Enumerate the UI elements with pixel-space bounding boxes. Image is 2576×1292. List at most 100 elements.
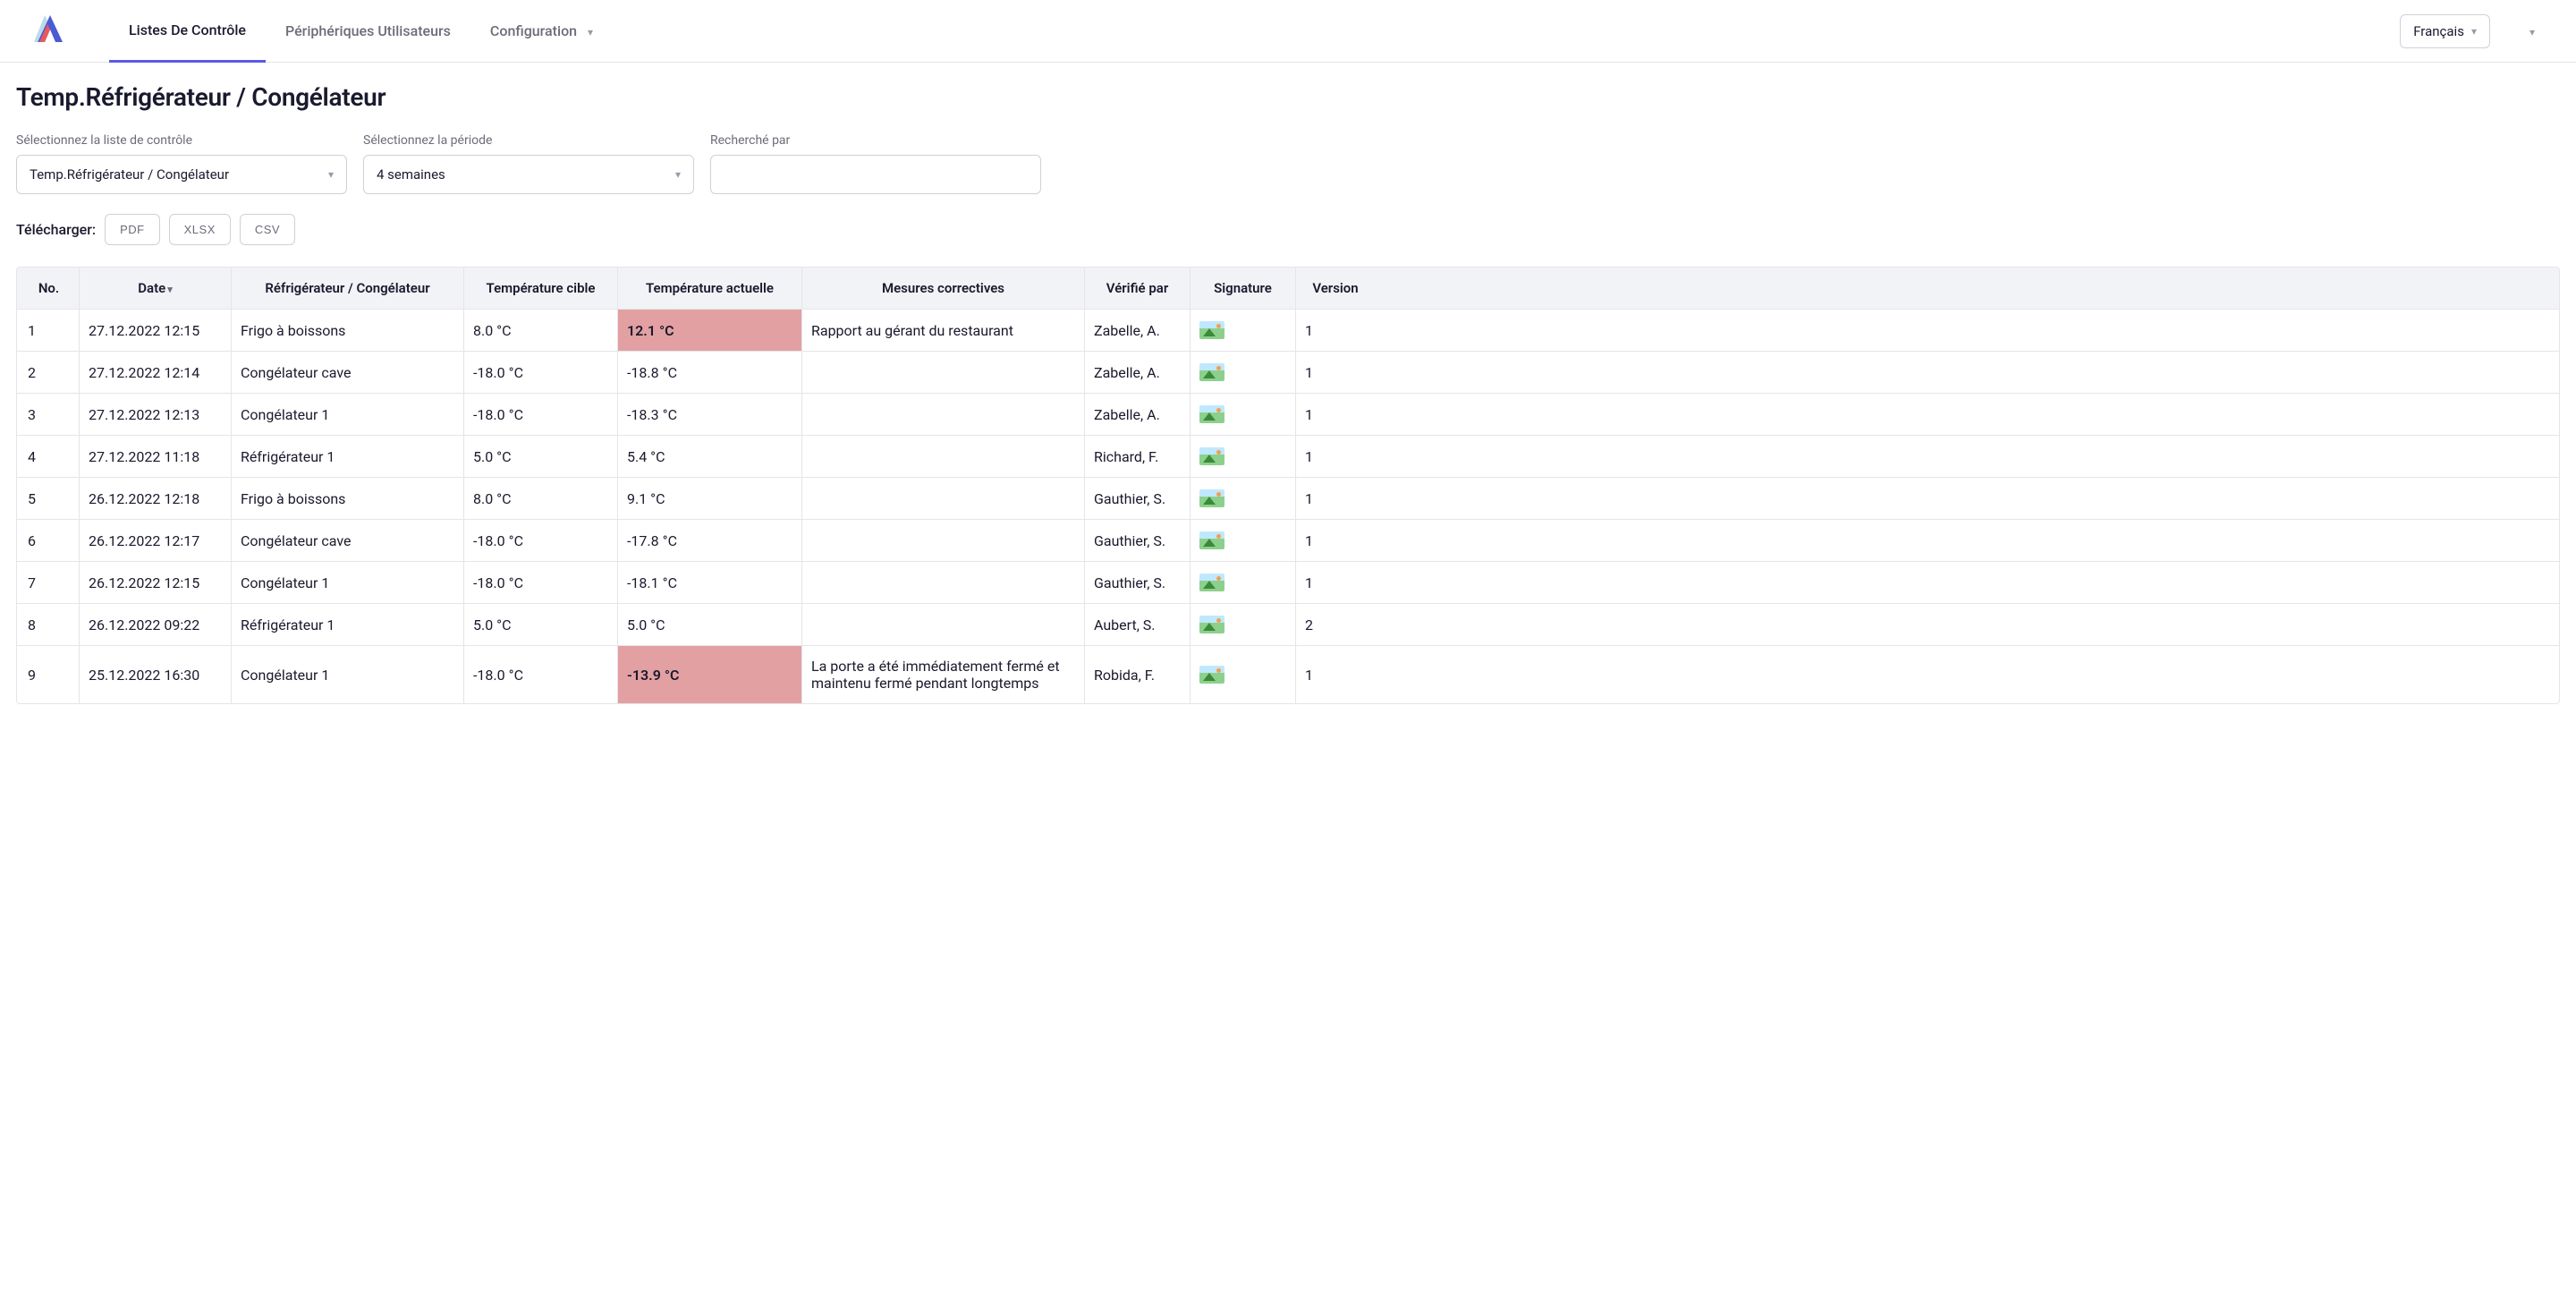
cell-target: -18.0 °C bbox=[464, 520, 618, 561]
table-row: 826.12.2022 09:22Réfrigérateur 15.0 °C5.… bbox=[17, 603, 2559, 645]
cell-date: 27.12.2022 12:15 bbox=[80, 310, 232, 351]
table-row: 427.12.2022 11:18Réfrigérateur 15.0 °C5.… bbox=[17, 435, 2559, 477]
cell-device: Congélateur 1 bbox=[232, 394, 464, 435]
cell-date: 27.12.2022 12:14 bbox=[80, 352, 232, 393]
cell-no: 5 bbox=[17, 478, 80, 519]
cell-version: 1 bbox=[1296, 520, 1375, 561]
cell-signature[interactable] bbox=[1191, 520, 1296, 561]
user-menu[interactable]: ▾ bbox=[2521, 14, 2544, 48]
cell-target: 8.0 °C bbox=[464, 310, 618, 351]
cell-version: 1 bbox=[1296, 394, 1375, 435]
cell-corrective bbox=[802, 604, 1085, 645]
cell-device: Congélateur 1 bbox=[232, 562, 464, 603]
app-logo bbox=[32, 12, 68, 51]
search-filter-label: Recherché par bbox=[710, 133, 1041, 148]
cell-corrective bbox=[802, 394, 1085, 435]
cell-target: -18.0 °C bbox=[464, 562, 618, 603]
cell-target: 5.0 °C bbox=[464, 436, 618, 477]
cell-target: 8.0 °C bbox=[464, 478, 618, 519]
table-row: 626.12.2022 12:17Congélateur cave-18.0 °… bbox=[17, 519, 2559, 561]
cell-target: -18.0 °C bbox=[464, 646, 618, 703]
cell-verified: Gauthier, S. bbox=[1085, 478, 1191, 519]
chevron-down-icon: ▾ bbox=[328, 168, 334, 181]
th-target[interactable]: Température cible bbox=[464, 268, 618, 309]
chevron-down-icon: ▾ bbox=[588, 26, 593, 38]
cell-corrective bbox=[802, 562, 1085, 603]
cell-actual: -18.3 °C bbox=[618, 394, 802, 435]
table-row: 726.12.2022 12:15Congélateur 1-18.0 °C-1… bbox=[17, 561, 2559, 603]
cell-device: Congélateur cave bbox=[232, 520, 464, 561]
checklist-select-value: Temp.Réfrigérateur / Congélateur bbox=[30, 166, 229, 183]
cell-verified: Gauthier, S. bbox=[1085, 562, 1191, 603]
cell-signature[interactable] bbox=[1191, 436, 1296, 477]
search-input[interactable] bbox=[710, 155, 1041, 194]
cell-target: -18.0 °C bbox=[464, 352, 618, 393]
signature-thumbnail-icon bbox=[1199, 405, 1224, 423]
filter-row: Sélectionnez la liste de contrôle Temp.R… bbox=[16, 133, 2560, 194]
checklist-select[interactable]: Temp.Réfrigérateur / Congélateur ▾ bbox=[16, 155, 347, 194]
cell-date: 26.12.2022 09:22 bbox=[80, 604, 232, 645]
cell-no: 6 bbox=[17, 520, 80, 561]
th-no[interactable]: No. bbox=[17, 268, 80, 309]
cell-actual: -18.1 °C bbox=[618, 562, 802, 603]
cell-date: 27.12.2022 11:18 bbox=[80, 436, 232, 477]
cell-signature[interactable] bbox=[1191, 646, 1296, 703]
period-select[interactable]: 4 semaines ▾ bbox=[363, 155, 694, 194]
cell-actual: 5.0 °C bbox=[618, 604, 802, 645]
th-date[interactable]: Date▾ bbox=[80, 268, 232, 309]
signature-thumbnail-icon bbox=[1199, 321, 1224, 339]
nav-user-devices[interactable]: Périphériques Utilisateurs bbox=[266, 1, 470, 61]
topbar: Listes De Contrôle Périphériques Utilisa… bbox=[0, 0, 2576, 63]
th-verified[interactable]: Vérifié par bbox=[1085, 268, 1191, 309]
cell-signature[interactable] bbox=[1191, 478, 1296, 519]
th-device[interactable]: Réfrigérateur / Congélateur bbox=[232, 268, 464, 309]
cell-device: Réfrigérateur 1 bbox=[232, 604, 464, 645]
nav-configuration[interactable]: Configuration ▾ bbox=[470, 1, 613, 61]
download-xlsx-button[interactable]: XLSX bbox=[169, 214, 231, 245]
cell-date: 26.12.2022 12:18 bbox=[80, 478, 232, 519]
download-pdf-button[interactable]: PDF bbox=[105, 214, 160, 245]
chevron-down-icon: ▾ bbox=[675, 168, 681, 181]
data-table: No. Date▾ Réfrigérateur / Congélateur Te… bbox=[16, 267, 2560, 704]
cell-no: 8 bbox=[17, 604, 80, 645]
cell-signature[interactable] bbox=[1191, 352, 1296, 393]
cell-device: Frigo à boissons bbox=[232, 310, 464, 351]
cell-corrective bbox=[802, 478, 1085, 519]
cell-verified: Zabelle, A. bbox=[1085, 310, 1191, 351]
cell-version: 1 bbox=[1296, 436, 1375, 477]
cell-target: 5.0 °C bbox=[464, 604, 618, 645]
cell-no: 7 bbox=[17, 562, 80, 603]
cell-signature[interactable] bbox=[1191, 562, 1296, 603]
cell-verified: Aubert, S. bbox=[1085, 604, 1191, 645]
signature-thumbnail-icon bbox=[1199, 531, 1224, 549]
cell-signature[interactable] bbox=[1191, 604, 1296, 645]
cell-corrective bbox=[802, 352, 1085, 393]
download-csv-button[interactable]: CSV bbox=[240, 214, 295, 245]
cell-verified: Zabelle, A. bbox=[1085, 394, 1191, 435]
cell-signature[interactable] bbox=[1191, 394, 1296, 435]
th-actual[interactable]: Température actuelle bbox=[618, 268, 802, 309]
cell-no: 9 bbox=[17, 646, 80, 703]
cell-version: 1 bbox=[1296, 310, 1375, 351]
cell-actual: 9.1 °C bbox=[618, 478, 802, 519]
period-select-value: 4 semaines bbox=[377, 166, 445, 183]
th-signature[interactable]: Signature bbox=[1191, 268, 1296, 309]
language-select[interactable]: Français ▾ bbox=[2400, 14, 2490, 48]
cell-verified: Gauthier, S. bbox=[1085, 520, 1191, 561]
th-corrective[interactable]: Mesures correctives bbox=[802, 268, 1085, 309]
signature-thumbnail-icon bbox=[1199, 447, 1224, 465]
cell-actual: -17.8 °C bbox=[618, 520, 802, 561]
download-row: Télécharger: PDF XLSX CSV bbox=[16, 214, 2560, 245]
cell-actual: 12.1 °C bbox=[618, 310, 802, 351]
cell-corrective: La porte a été immédiatement fermé et ma… bbox=[802, 646, 1085, 703]
cell-version: 1 bbox=[1296, 478, 1375, 519]
language-label: Français bbox=[2413, 23, 2464, 39]
chevron-down-icon: ▾ bbox=[2529, 26, 2535, 38]
nav-checklists[interactable]: Listes De Contrôle bbox=[109, 0, 266, 63]
table-row: 227.12.2022 12:14Congélateur cave-18.0 °… bbox=[17, 351, 2559, 393]
cell-no: 3 bbox=[17, 394, 80, 435]
th-version[interactable]: Version bbox=[1296, 268, 1375, 309]
cell-device: Congélateur 1 bbox=[232, 646, 464, 703]
period-filter-label: Sélectionnez la période bbox=[363, 133, 694, 148]
cell-signature[interactable] bbox=[1191, 310, 1296, 351]
